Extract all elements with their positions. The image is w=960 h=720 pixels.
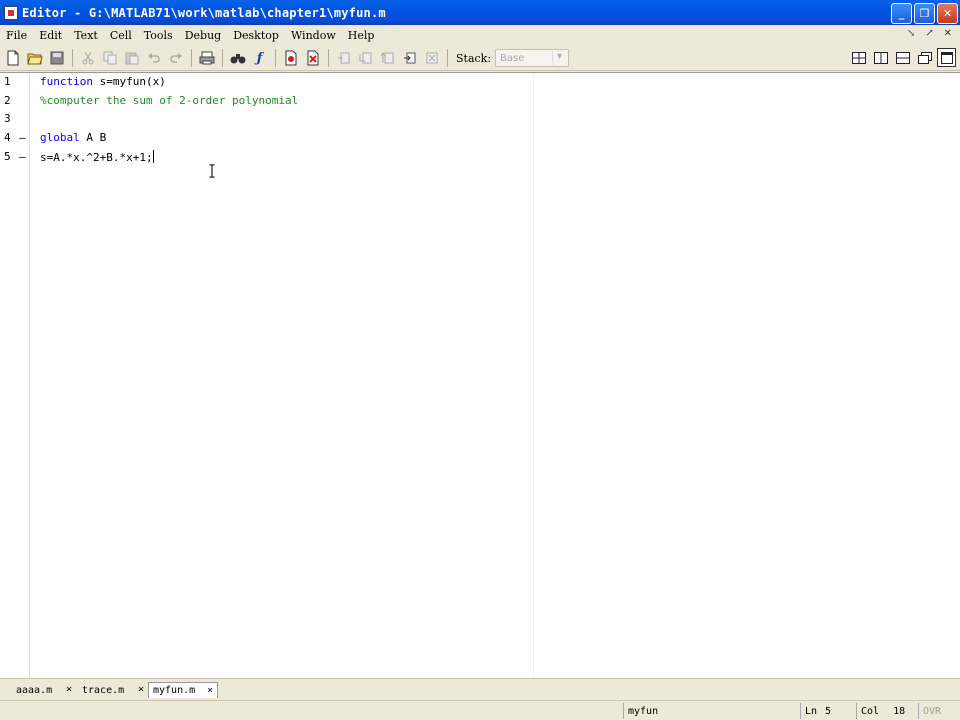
tile-vertical-icon[interactable] (871, 48, 890, 67)
keyword-token: function (40, 75, 93, 88)
code-token: s=myfun(x) (92, 75, 166, 88)
tab-myfun[interactable]: myfun.m × (148, 682, 218, 698)
code-text: %computer the sum of 2-order polynomial (40, 94, 298, 107)
stack-label: Stack: (456, 51, 492, 65)
toolbar-separator (222, 49, 223, 67)
toolbar-separator (447, 49, 448, 67)
redo-icon[interactable] (165, 48, 186, 69)
find-binoculars-icon[interactable] (227, 48, 248, 69)
minimize-button[interactable]: _ (891, 3, 912, 24)
code-text: s=A.*x.^2+B.*x+1; (40, 150, 154, 164)
close-document-icon[interactable]: ✕ (944, 28, 952, 39)
col-label: Col (861, 705, 880, 717)
ibeam-cursor-icon (209, 164, 215, 178)
step-in-icon[interactable] (355, 48, 376, 69)
dock-icon[interactable]: ↗ (925, 28, 933, 39)
cut-icon[interactable] (77, 48, 98, 69)
line-indicator: Ln 5 (800, 703, 856, 719)
breakpoint-dash[interactable]: – (19, 150, 26, 163)
window-title: Editor - G:\MATLAB71\work\matlab\chapter… (22, 5, 386, 20)
menu-bar: File Edit Text Cell Tools Debug Desktop … (0, 25, 960, 46)
exit-debug-icon[interactable] (421, 48, 442, 69)
title-bar: Editor - G:\MATLAB71\work\matlab\chapter… (0, 0, 960, 25)
step-icon[interactable] (333, 48, 354, 69)
current-function-name: myfun (623, 703, 800, 719)
code-text: global A B (40, 131, 106, 144)
tile-horizontal-icon[interactable] (893, 48, 912, 67)
set-breakpoint-icon[interactable] (280, 48, 301, 69)
col-value: 18 (893, 705, 906, 717)
column-indicator: Col 18 (856, 703, 918, 719)
keyword-token: global (40, 131, 80, 144)
ln-label: Ln (805, 705, 818, 717)
matlab-editor-icon (4, 5, 18, 20)
function-f-icon[interactable]: ƒ (249, 48, 270, 69)
stack-value: Base (500, 52, 525, 64)
open-folder-icon[interactable] (24, 48, 45, 69)
menu-file[interactable]: File (0, 29, 33, 42)
maximize-document-icon[interactable] (937, 48, 956, 67)
close-button[interactable]: ✕ (937, 3, 958, 24)
code-line-2[interactable]: 2 %computer the sum of 2-order polynomia… (0, 93, 960, 111)
breakpoint-dash[interactable]: – (19, 131, 26, 144)
code-line-3[interactable]: 3 (0, 111, 960, 129)
tab-close-icon[interactable]: × (136, 685, 146, 695)
print-icon[interactable] (196, 48, 217, 69)
clear-breakpoints-icon[interactable] (302, 48, 323, 69)
new-file-icon[interactable] (2, 48, 23, 69)
tab-aaaa[interactable]: aaaa.m × (12, 682, 74, 698)
menu-help[interactable]: Help (342, 29, 381, 42)
line-number: 1 (4, 75, 11, 88)
menu-debug[interactable]: Debug (179, 29, 228, 42)
line-number: 3 (4, 112, 11, 125)
line-number: 4 (4, 131, 11, 144)
tile-grid-icon[interactable] (849, 48, 868, 67)
paste-icon[interactable] (121, 48, 142, 69)
menu-desktop[interactable]: Desktop (227, 29, 285, 42)
status-bar: myfun Ln 5 Col 18 OVR (0, 700, 960, 720)
layout-buttons (849, 48, 956, 67)
tab-close-icon[interactable]: × (205, 685, 215, 696)
toolbar-separator (328, 49, 329, 67)
toolbar: ƒ Stack: Base (0, 46, 960, 71)
step-out-icon[interactable] (377, 48, 398, 69)
stack-dropdown[interactable]: Base (495, 49, 570, 67)
comment-token: %computer the sum of 2-order polynomial (40, 94, 299, 107)
menu-cell[interactable]: Cell (104, 29, 138, 42)
code-line-1[interactable]: 1 function s=myfun(x) (0, 74, 960, 92)
code-text: function s=myfun(x) (40, 75, 166, 88)
tab-label: aaaa.m (16, 684, 53, 696)
ln-value: 5 (825, 705, 832, 717)
menu-text[interactable]: Text (68, 29, 104, 42)
code-editor[interactable]: 1 function s=myfun(x) 2 %computer the su… (0, 72, 960, 678)
menu-tools[interactable]: Tools (138, 29, 179, 42)
tab-close-icon[interactable]: × (64, 685, 74, 695)
document-tab-bar: aaaa.m × trace.m × myfun.m × (0, 678, 960, 700)
menu-window[interactable]: Window (285, 29, 342, 42)
code-token: s=A.*x.^2+B.*x+1; (40, 151, 153, 164)
copy-icon[interactable] (99, 48, 120, 69)
float-windows-icon[interactable] (915, 48, 934, 67)
code-token: A B (79, 131, 107, 144)
tab-label: myfun.m (153, 685, 196, 696)
undo-icon[interactable] (143, 48, 164, 69)
line-number: 5 (4, 150, 11, 163)
code-line-5[interactable]: 5 – s=A.*x.^2+B.*x+1; (0, 149, 960, 167)
toolbar-separator (191, 49, 192, 67)
tab-label: trace.m (82, 684, 125, 696)
undock-controls: ↘ ↗ ✕ (907, 28, 952, 39)
overwrite-mode-indicator: OVR (918, 703, 958, 719)
menu-edit[interactable]: Edit (33, 29, 68, 42)
undock-icon[interactable]: ↘ (907, 28, 915, 39)
maximize-button[interactable]: ❐ (914, 3, 935, 24)
tab-trace[interactable]: trace.m × (78, 682, 146, 698)
toolbar-separator (275, 49, 276, 67)
toolbar-separator (72, 49, 73, 67)
line-number: 2 (4, 94, 11, 107)
text-caret (152, 150, 154, 163)
continue-icon[interactable] (399, 48, 420, 69)
window-controls: _ ❐ ✕ (891, 3, 958, 24)
code-line-4[interactable]: 4 – global A B (0, 130, 960, 148)
save-icon[interactable] (46, 48, 67, 69)
